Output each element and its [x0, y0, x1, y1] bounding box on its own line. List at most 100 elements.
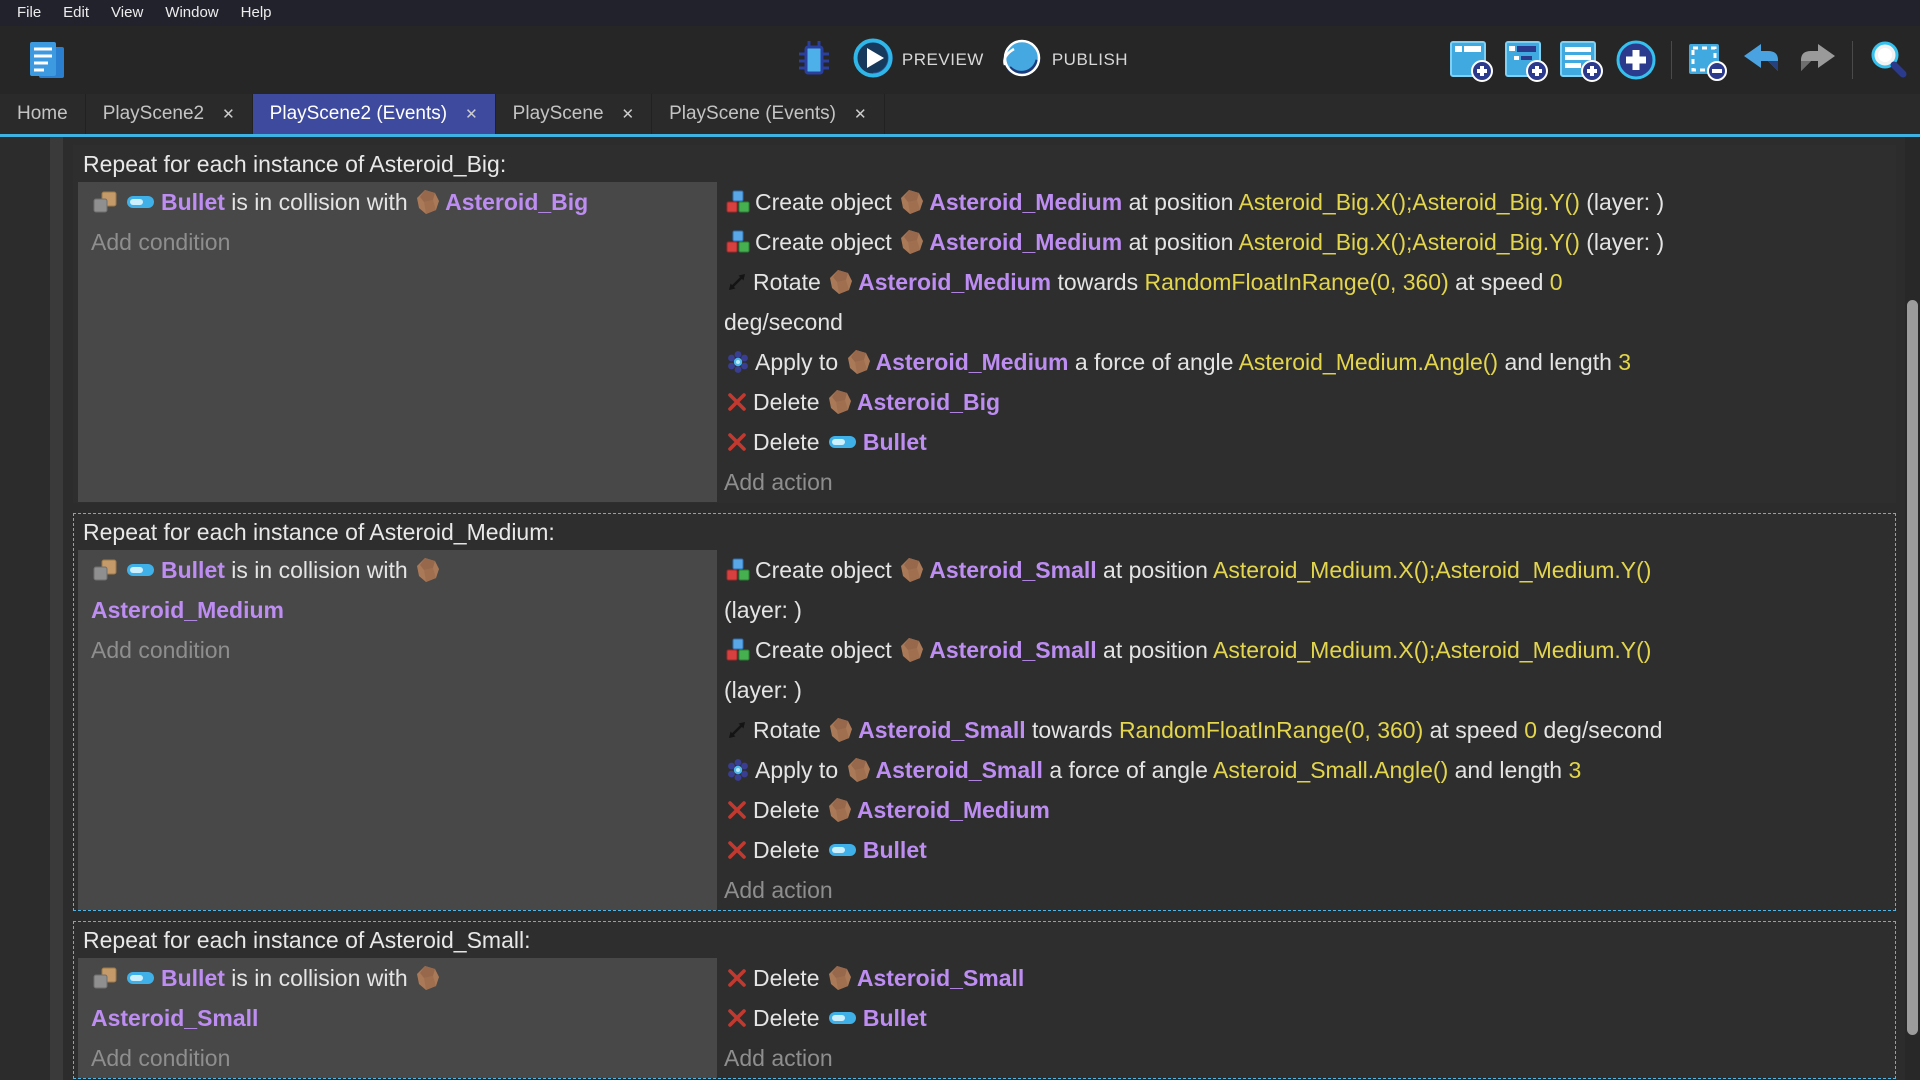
- asteroid-icon: [828, 797, 852, 823]
- tab-label: PlayScene2 (Events): [269, 103, 448, 124]
- tab-close-icon[interactable]: ✕: [222, 105, 235, 123]
- redo-icon[interactable]: [1795, 38, 1839, 82]
- add-circle-icon[interactable]: [1614, 38, 1658, 82]
- tab-close-icon[interactable]: ✕: [854, 105, 867, 123]
- add-action-link[interactable]: Add action: [724, 1038, 1895, 1078]
- tab-label: PlayScene: [512, 103, 604, 124]
- action-row[interactable]: Apply to Asteroid_Medium a force of angl…: [724, 342, 1895, 382]
- menu-item-window[interactable]: Window: [154, 0, 229, 26]
- expression-text: Asteroid_Medium.Angle(): [1238, 349, 1499, 375]
- object-name-text: Bullet: [862, 429, 927, 455]
- condition-row[interactable]: Bullet is in collision with Asteroid_Big: [91, 182, 717, 222]
- plain-text: Delete: [753, 429, 826, 455]
- menu-item-view[interactable]: View: [100, 0, 154, 26]
- debug-button[interactable]: [792, 38, 836, 82]
- tab-home[interactable]: Home: [0, 94, 86, 134]
- action-row[interactable]: Apply to Asteroid_Small a force of angle…: [724, 750, 1895, 790]
- publish-button[interactable]: PUBLISH: [1000, 36, 1128, 85]
- publish-label: PUBLISH: [1051, 50, 1129, 69]
- delete-icon: [726, 431, 748, 453]
- action-row[interactable]: Rotate Asteroid_Small towards RandomFloa…: [724, 710, 1895, 750]
- scrollbar-thumb[interactable]: [1907, 300, 1918, 1035]
- action-row[interactable]: Delete Asteroid_Medium: [724, 790, 1895, 830]
- action-row[interactable]: Delete Bullet: [724, 422, 1895, 462]
- toolbar: PREVIEW PUBLISH: [0, 26, 1920, 94]
- undo-icon[interactable]: [1740, 38, 1784, 82]
- tab-label: Home: [17, 103, 68, 124]
- object-name-text: Asteroid_Medium: [91, 597, 284, 623]
- plain-text: deg/second: [724, 309, 843, 335]
- add-condition-link[interactable]: Add condition: [91, 222, 717, 262]
- asteroid-icon: [900, 637, 924, 663]
- expression-text: 3: [1618, 349, 1632, 375]
- asteroid-icon: [829, 269, 853, 295]
- plain-text: Delete: [753, 965, 826, 991]
- action-row[interactable]: Delete Bullet: [724, 830, 1895, 870]
- tab-playscene2-events[interactable]: PlayScene2 (Events) ✕: [252, 94, 496, 134]
- bullet-icon: [828, 434, 858, 450]
- event-body: Bullet is in collision with Asteroid_Big…: [74, 182, 1895, 502]
- action-row[interactable]: Create object Asteroid_Medium at positio…: [724, 182, 1895, 222]
- event-indent-strip: [50, 137, 63, 1080]
- strip-selection-icon[interactable]: [1685, 38, 1729, 82]
- add-subevent-icon[interactable]: [1504, 38, 1548, 82]
- tab-close-icon[interactable]: ✕: [465, 105, 478, 123]
- delete-icon: [726, 799, 748, 821]
- tab-playscene-events[interactable]: PlayScene (Events) ✕: [652, 94, 885, 134]
- delete-icon: [726, 1007, 748, 1029]
- create-icon: [726, 190, 750, 214]
- action-row[interactable]: Rotate Asteroid_Medium towards RandomFlo…: [724, 262, 1895, 342]
- object-name-text: Asteroid_Big: [445, 189, 589, 215]
- instruction-line: Bullet is in collision with: [91, 958, 717, 998]
- menu-item-help[interactable]: Help: [230, 0, 283, 26]
- asteroid-icon: [829, 717, 853, 743]
- object-name-text: Asteroid_Small: [856, 965, 1025, 991]
- object-name-text: Asteroid_Small: [929, 557, 1097, 583]
- search-icon[interactable]: [1866, 38, 1910, 82]
- tab-close-icon[interactable]: ✕: [622, 105, 635, 123]
- object-name-text: Bullet: [161, 189, 225, 215]
- add-event-icon[interactable]: [1449, 38, 1493, 82]
- action-row[interactable]: Delete Asteroid_Small: [724, 958, 1895, 998]
- plain-text: and length: [1498, 349, 1619, 375]
- add-action-link[interactable]: Add action: [724, 462, 1895, 502]
- event-header[interactable]: Repeat for each instance of Asteroid_Sma…: [74, 922, 1895, 958]
- delete-icon: [726, 967, 748, 989]
- toolbar-right: [1449, 26, 1910, 94]
- instruction-line: Create object Asteroid_Small at position…: [724, 550, 1895, 590]
- event-block[interactable]: Repeat for each instance of Asteroid_Med…: [73, 513, 1896, 911]
- instruction-line: Asteroid_Medium: [91, 590, 717, 630]
- preview-label: PREVIEW: [901, 50, 984, 69]
- menu-item-edit[interactable]: Edit: [52, 0, 100, 26]
- plain-text: (layer: ): [1579, 189, 1665, 215]
- tab-playscene2[interactable]: PlayScene2 ✕: [86, 94, 253, 134]
- plain-text: Rotate: [753, 269, 828, 295]
- collision-icon: [93, 966, 119, 990]
- delete-icon: [726, 391, 748, 413]
- menu-item-file[interactable]: File: [6, 0, 52, 26]
- plain-text: Create object: [755, 637, 899, 663]
- action-row[interactable]: Delete Asteroid_Big: [724, 382, 1895, 422]
- event-header[interactable]: Repeat for each instance of Asteroid_Med…: [74, 514, 1895, 550]
- event-block[interactable]: Repeat for each instance of Asteroid_Sma…: [73, 921, 1896, 1079]
- tab-playscene[interactable]: PlayScene ✕: [496, 94, 653, 134]
- action-row[interactable]: Delete Bullet: [724, 998, 1895, 1038]
- instruction-line: Bullet is in collision with Asteroid_Big: [91, 182, 717, 222]
- add-condition-link[interactable]: Add condition: [91, 630, 717, 670]
- condition-row[interactable]: Bullet is in collision with Asteroid_Sma…: [91, 958, 717, 1038]
- action-row[interactable]: Create object Asteroid_Small at position…: [724, 550, 1895, 630]
- object-name-text: Bullet: [862, 837, 927, 863]
- event-header[interactable]: Repeat for each instance of Asteroid_Big…: [74, 146, 1895, 182]
- add-condition-link[interactable]: Add condition: [91, 1038, 717, 1078]
- event-block[interactable]: Repeat for each instance of Asteroid_Big…: [73, 145, 1896, 503]
- condition-row[interactable]: Bullet is in collision with Asteroid_Med…: [91, 550, 717, 630]
- add-comment-icon[interactable]: [1559, 38, 1603, 82]
- preview-button[interactable]: PREVIEW: [852, 37, 984, 84]
- add-action-link[interactable]: Add action: [724, 870, 1895, 910]
- instruction-line: Rotate Asteroid_Small towards RandomFloa…: [724, 710, 1895, 750]
- action-row[interactable]: Create object Asteroid_Medium at positio…: [724, 222, 1895, 262]
- action-row[interactable]: Create object Asteroid_Small at position…: [724, 630, 1895, 710]
- conditions-column: Bullet is in collision with Asteroid_Med…: [78, 550, 717, 910]
- scrollbar-track[interactable]: [1905, 137, 1920, 1080]
- object-name-text: Asteroid_Medium: [929, 229, 1123, 255]
